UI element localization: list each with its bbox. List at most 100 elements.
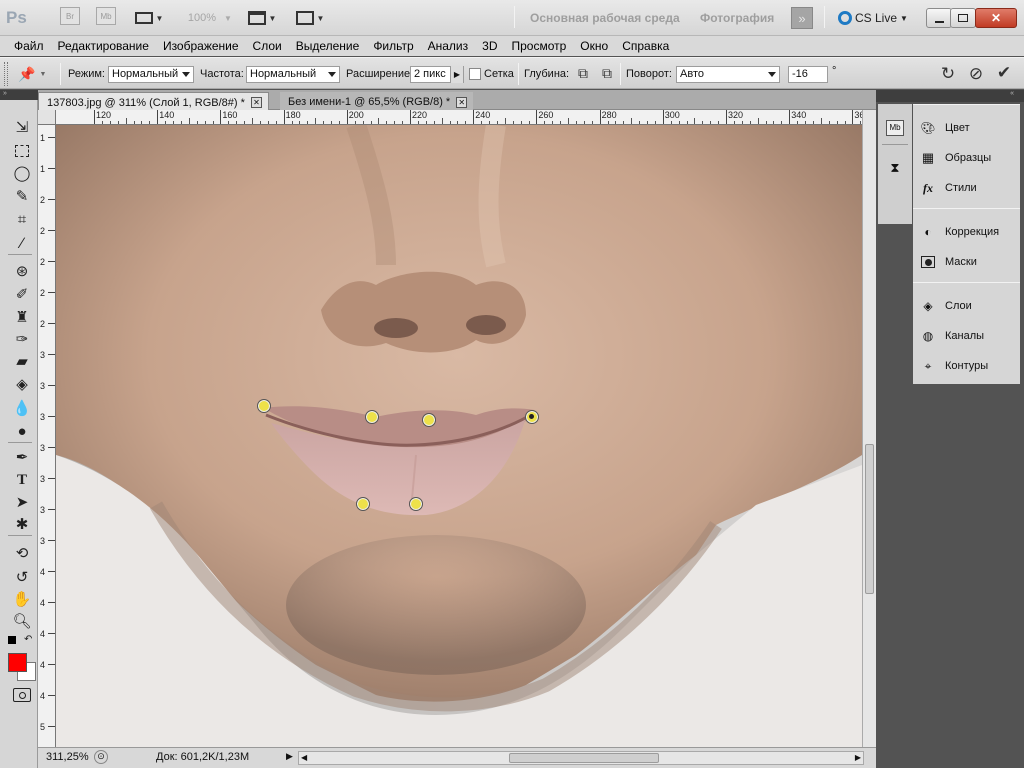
close-icon[interactable]: ✕ bbox=[250, 97, 262, 108]
horizontal-ruler[interactable]: 120 140 160 180 200 220 240 260 280 300 320 340 360 bbox=[56, 110, 862, 125]
tool-preset-picker[interactable]: 📌 ▼ bbox=[18, 65, 54, 83]
dodge-tool-icon[interactable]: ● bbox=[10, 420, 34, 442]
eraser-tool-icon[interactable]: ▰ bbox=[10, 350, 34, 372]
minibridge-button[interactable]: Mb bbox=[96, 7, 116, 25]
shape-tool-icon[interactable]: ✱ bbox=[10, 513, 34, 535]
scrollbar-thumb[interactable] bbox=[865, 444, 874, 594]
marquee-tool-icon[interactable] bbox=[10, 140, 34, 162]
menu-image[interactable]: Изображение bbox=[163, 39, 247, 53]
collapse-icon[interactable]: » bbox=[0, 90, 38, 100]
panel-adjustments[interactable]: ◐ Коррекция bbox=[919, 219, 999, 245]
chevron-down-icon[interactable]: ▼ bbox=[222, 7, 234, 29]
quick-mask-icon[interactable] bbox=[13, 688, 31, 702]
zoom-tool-icon[interactable]: 🔍︎ bbox=[10, 610, 34, 632]
zoom-level[interactable]: 100% bbox=[182, 7, 222, 29]
scroll-right-icon[interactable]: ▶ bbox=[855, 753, 861, 762]
collapse-icon[interactable]: « bbox=[876, 90, 1024, 100]
screen-mode-button[interactable]: ▼ bbox=[292, 7, 328, 29]
minibridge-panel-icon[interactable]: Mb bbox=[886, 120, 904, 136]
zoom-value[interactable]: 311,25% bbox=[46, 751, 89, 763]
history-brush-tool-icon[interactable]: ✑ bbox=[10, 328, 34, 350]
mode-select[interactable]: Нормальный bbox=[108, 66, 194, 83]
vertical-scrollbar[interactable] bbox=[862, 110, 876, 747]
puppet-pin[interactable] bbox=[409, 497, 423, 511]
menu-view[interactable]: Просмотр bbox=[511, 39, 574, 53]
panel-paths[interactable]: ⌖ Контуры bbox=[919, 353, 989, 379]
menu-3d[interactable]: 3D bbox=[482, 39, 505, 53]
pin-backward-icon[interactable]: ⧉ bbox=[598, 65, 616, 83]
hand-tool-icon[interactable]: ✋ bbox=[10, 588, 34, 610]
panel-channels[interactable]: ◍ Каналы bbox=[919, 323, 984, 349]
menu-help[interactable]: Справка bbox=[622, 39, 677, 53]
panel-swatches[interactable]: ▦ Образцы bbox=[919, 145, 991, 171]
spot-healing-tool-icon[interactable]: ⊛ bbox=[10, 260, 34, 282]
panel-layers[interactable]: ◈ Слои bbox=[919, 293, 971, 319]
status-icon[interactable]: ⊙ bbox=[94, 750, 108, 764]
panel-masks[interactable]: Маски bbox=[919, 249, 977, 275]
puppet-pin[interactable] bbox=[422, 413, 436, 427]
quick-select-tool-icon[interactable]: ✎ bbox=[10, 185, 34, 207]
chevron-right-icon[interactable]: ▶ bbox=[286, 751, 293, 762]
puppet-pin[interactable] bbox=[365, 410, 379, 424]
rotate-select[interactable]: Авто bbox=[676, 66, 780, 83]
scroll-left-icon[interactable]: ◀ bbox=[301, 753, 307, 762]
default-colors-icon[interactable] bbox=[8, 636, 16, 644]
tab-document-137803[interactable]: 137803.jpg @ 311% (Слой 1, RGB/8#) * ✕ bbox=[38, 92, 269, 110]
puppet-pin[interactable] bbox=[356, 497, 370, 511]
more-workspaces-button[interactable]: » bbox=[791, 7, 813, 29]
vertical-ruler[interactable]: 1 1 2 2 2 2 2 3 3 3 3 3 3 3 4 4 4 4 4 5 bbox=[38, 125, 56, 747]
tab-document-untitled[interactable]: Без имени-1 @ 65,5% (RGB/8) * ✕ bbox=[280, 92, 474, 110]
history-panel-icon[interactable]: ⧗ bbox=[886, 160, 904, 178]
workspace-essentials[interactable]: Основная рабочая среда bbox=[530, 7, 680, 29]
panel-styles[interactable]: fx Стили bbox=[919, 175, 977, 201]
restore-button[interactable] bbox=[950, 8, 976, 28]
crop-tool-icon[interactable]: ⌗ bbox=[10, 208, 34, 230]
chevron-right-icon[interactable]: ▶ bbox=[450, 66, 463, 83]
close-button[interactable]: ✕ bbox=[975, 8, 1017, 28]
lasso-tool-icon[interactable]: ◯ bbox=[10, 162, 34, 184]
brush-tool-icon[interactable]: ✐ bbox=[10, 283, 34, 305]
type-tool-icon[interactable]: T bbox=[10, 469, 34, 491]
ruler-minor-tick bbox=[109, 121, 111, 124]
scrollbar-thumb[interactable] bbox=[509, 753, 659, 763]
angle-input[interactable]: -16 bbox=[788, 66, 828, 83]
3d-rotate-tool-icon[interactable]: ⟲ bbox=[10, 542, 34, 564]
arrange-documents-button[interactable]: ▼ bbox=[244, 7, 280, 29]
close-icon[interactable]: ✕ bbox=[456, 96, 468, 108]
undo-icon[interactable]: ↻ bbox=[938, 64, 958, 84]
3d-orbit-tool-icon[interactable]: ↺ bbox=[10, 566, 34, 588]
move-tool-icon[interactable]: ⇲ bbox=[10, 116, 34, 138]
pin-forward-icon[interactable]: ⧉ bbox=[574, 65, 592, 83]
menu-file[interactable]: Файл bbox=[14, 39, 52, 53]
foreground-color-swatch[interactable] bbox=[8, 653, 27, 672]
menu-window[interactable]: Окно bbox=[580, 39, 616, 53]
minimize-button[interactable] bbox=[926, 8, 952, 28]
menu-analysis[interactable]: Анализ bbox=[428, 39, 477, 53]
paint-bucket-tool-icon[interactable]: ◈ bbox=[10, 373, 34, 395]
cancel-icon[interactable]: ⊘ bbox=[966, 64, 986, 84]
workspace-photography[interactable]: Фотография bbox=[700, 7, 774, 29]
cs-live-button[interactable]: CS Live ▼ bbox=[838, 8, 908, 28]
ruler-origin[interactable] bbox=[38, 110, 56, 125]
document-canvas[interactable] bbox=[56, 125, 862, 747]
eyedropper-tool-icon[interactable]: ∕ bbox=[10, 232, 34, 254]
puppet-pin-selected[interactable] bbox=[525, 410, 539, 424]
expansion-input[interactable]: 2 пикс ▶ bbox=[410, 66, 464, 83]
blur-tool-icon[interactable]: 💧 bbox=[10, 397, 34, 419]
menu-select[interactable]: Выделение bbox=[296, 39, 368, 53]
commit-icon[interactable]: ✔ bbox=[994, 63, 1014, 83]
horizontal-scrollbar[interactable]: ◀ ▶ bbox=[298, 751, 864, 765]
path-select-tool-icon[interactable]: ➤ bbox=[10, 491, 34, 513]
menu-edit[interactable]: Редактирование bbox=[58, 39, 157, 53]
extras-menu[interactable]: ▼ bbox=[132, 7, 166, 29]
clone-stamp-tool-icon[interactable]: ♜ bbox=[10, 306, 34, 328]
bridge-button[interactable]: Br bbox=[60, 7, 80, 25]
menu-filter[interactable]: Фильтр bbox=[373, 39, 421, 53]
grid-checkbox[interactable] bbox=[469, 68, 481, 80]
frequency-select[interactable]: Нормальный bbox=[246, 66, 340, 83]
puppet-pin[interactable] bbox=[257, 399, 271, 413]
swap-colors-icon[interactable]: ↶ bbox=[24, 634, 36, 646]
pen-tool-icon[interactable]: ✒ bbox=[10, 446, 34, 468]
panel-color[interactable]: 🎨︎ Цвет bbox=[919, 115, 969, 141]
menu-layers[interactable]: Слои bbox=[253, 39, 290, 53]
